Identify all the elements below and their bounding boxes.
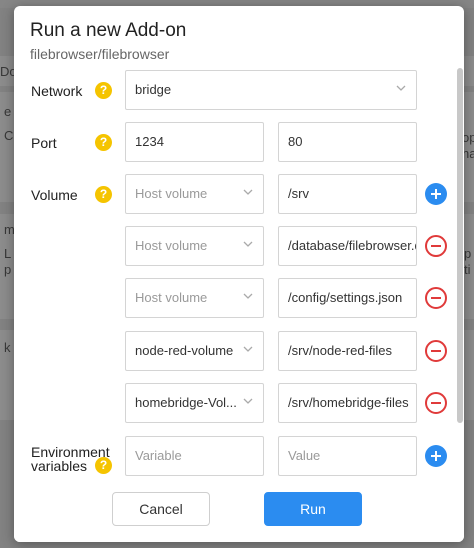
chevron-down-icon [243,241,253,247]
modal-title: Run a new Add-on [30,20,187,41]
network-select-value: bridge [135,82,172,97]
chevron-down-icon [243,293,253,299]
add-volume-button[interactable] [425,183,447,205]
run-addon-modal: Run a new Add-on filebrowser/filebrowser… [14,6,464,542]
modal-footer [14,480,464,542]
remove-volume-button[interactable] [425,235,447,257]
add-env-button[interactable] [425,445,447,467]
host-volume-select[interactable]: node-red-volume [125,331,264,371]
minus-icon [431,402,441,404]
remove-volume-button[interactable] [425,340,447,362]
minus-icon [431,245,441,247]
cancel-button[interactable]: Cancel [112,492,210,526]
container-port-input[interactable]: 80 [278,122,417,162]
env-help-icon[interactable]: ? [95,457,112,474]
port-label: Port [31,135,57,151]
env-variable-input[interactable]: Variable [125,436,264,476]
remove-volume-button[interactable] [425,287,447,309]
remove-volume-button[interactable] [425,392,447,414]
chevron-down-icon [243,398,253,404]
volume-label: Volume [31,187,78,203]
container-path-input[interactable]: /database/filebrowser.d [278,226,417,266]
container-path-input[interactable]: /config/settings.json [278,278,417,318]
host-volume-select[interactable]: homebridge-Vol... [125,383,264,423]
container-path-input[interactable]: /srv/homebridge-files [278,383,417,423]
env-value-input[interactable]: Value [278,436,417,476]
host-volume-select[interactable]: Host volume [125,226,264,266]
network-select[interactable]: bridge [125,70,417,110]
port-help-icon[interactable]: ? [95,134,112,151]
minus-icon [431,297,441,299]
env-label-line2: variables [31,458,88,474]
host-port-input[interactable]: 1234 [125,122,264,162]
modal-scrollbar[interactable] [457,68,463,423]
plus-icon [431,451,441,461]
host-volume-value: Host volume [135,290,208,305]
container-path-input[interactable]: /srv [278,174,417,214]
host-volume-value: homebridge-Vol... [135,395,237,410]
minus-icon [431,350,441,352]
network-label: Network [31,83,83,99]
chevron-down-icon [243,346,253,352]
plus-icon [431,189,441,199]
volume-help-icon[interactable]: ? [95,186,112,203]
host-volume-select[interactable]: Host volume [125,174,264,214]
run-button[interactable]: Run [264,492,362,526]
chevron-down-icon [243,189,253,195]
network-help-icon[interactable]: ? [95,82,112,99]
host-volume-value: Host volume [135,238,208,253]
host-volume-value: Host volume [135,186,208,201]
container-path-input[interactable]: /srv/node-red-files [278,331,417,371]
modal-subtitle: filebrowser/filebrowser [30,46,170,62]
chevron-down-icon [396,85,406,91]
host-volume-value: node-red-volume [135,343,234,358]
host-volume-select[interactable]: Host volume [125,278,264,318]
